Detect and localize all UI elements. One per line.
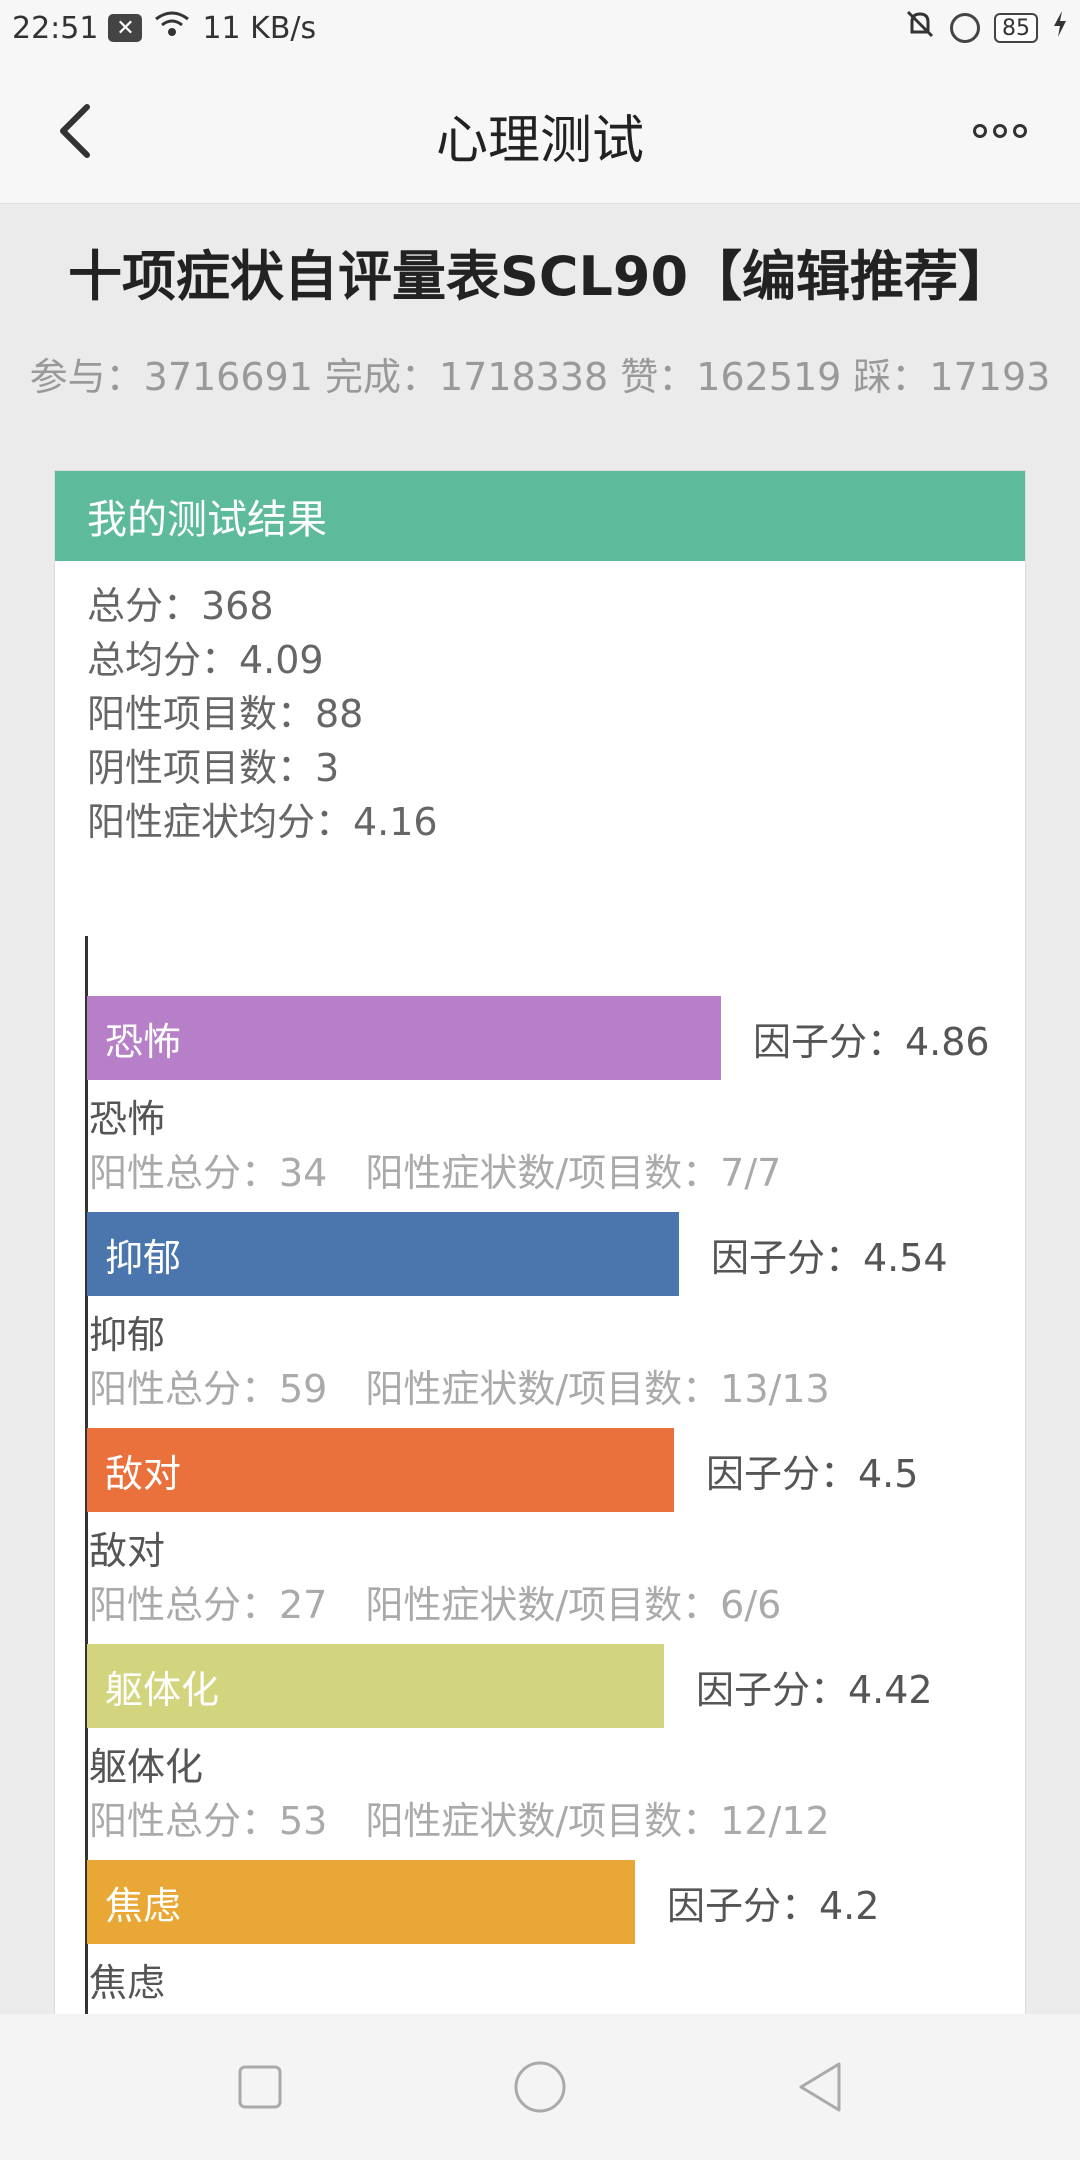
rotation-lock-icon <box>950 13 980 43</box>
factor-bar: 抑郁 <box>87 1212 679 1296</box>
factor-row: 恐怖 因子分：4.86 恐怖 阳性总分：34 阳性症状数/项目数：7/7 <box>87 996 1017 1196</box>
factor-score-label: 因子分：4.5 <box>706 1451 919 1496</box>
test-title: 十项症状自评量表SCL90【编辑推荐】 <box>67 245 1013 308</box>
more-options-icon[interactable] <box>960 96 1040 166</box>
summary-total-score: 总分：368 <box>87 584 274 628</box>
factor-bar: 恐怖 <box>87 996 721 1080</box>
home-icon[interactable] <box>495 2042 585 2132</box>
factor-bar-chart: 恐怖 因子分：4.86 恐怖 阳性总分：34 阳性症状数/项目数：7/7 抑郁 因子分：4… <box>55 936 1027 2160</box>
status-time: 22:51 <box>12 10 99 46</box>
summary-positive-average: 阳性症状均分：4.16 <box>87 800 438 844</box>
factor-name: 焦虑 <box>89 1961 166 2005</box>
factor-score-label: 因子分：4.86 <box>753 1019 990 1064</box>
result-card: 我的测试结果 总分：368 总均分：4.09 阳性项目数：88 阴性项目数：3 … <box>54 470 1026 2160</box>
network-speed: 11 KB/s <box>202 10 317 46</box>
result-card-header: 我的测试结果 <box>55 471 1025 561</box>
factor-detail: 阳性总分：34 阳性症状数/项目数：7/7 <box>89 1151 782 1195</box>
app-bar: 心理测试 <box>0 56 1080 204</box>
status-bar: 22:51 ✕ 11 KB/s 85 <box>0 0 1080 56</box>
summary-negative-items: 阴性项目数：3 <box>87 746 340 790</box>
notification-x-icon: ✕ <box>108 14 143 42</box>
back-icon[interactable] <box>775 2042 865 2132</box>
factor-score-label: 因子分：4.54 <box>711 1235 948 1280</box>
summary-average-score: 总均分：4.09 <box>87 638 324 682</box>
factor-name: 恐怖 <box>89 1097 166 1141</box>
page-title: 心理测试 <box>435 111 644 171</box>
factor-detail: 阳性总分：53 阳性症状数/项目数：12/12 <box>89 1799 830 1843</box>
summary-positive-items: 阳性项目数：88 <box>87 692 364 736</box>
factor-name: 敌对 <box>89 1529 166 1573</box>
factor-detail: 阳性总分：59 阳性症状数/项目数：13/13 <box>89 1367 830 1411</box>
factor-detail: 阳性总分：27 阳性症状数/项目数：6/6 <box>89 1583 782 1627</box>
factor-score-label: 因子分：4.42 <box>696 1667 933 1712</box>
factor-score-label: 因子分：4.2 <box>667 1883 880 1928</box>
factor-bar: 焦虑 <box>87 1860 635 1944</box>
factor-row: 敌对 因子分：4.5 敌对 阳性总分：27 阳性症状数/项目数：6/6 <box>87 1428 1017 1628</box>
factor-name: 抑郁 <box>89 1313 166 1357</box>
test-stats: 参与：3716691 完成：1718338 赞：162519 踩：17193 <box>29 355 1051 399</box>
factor-row: 躯体化 因子分：4.42 躯体化 阳性总分：53 阳性症状数/项目数：12/12 <box>87 1644 1017 1844</box>
factor-bar: 敌对 <box>87 1428 674 1512</box>
recent-apps-icon[interactable] <box>215 2042 305 2132</box>
result-summary: 总分：368 总均分：4.09 阳性项目数：88 阴性项目数：3 阳性症状均分：… <box>55 561 1025 849</box>
factor-row: 抑郁 因子分：4.54 抑郁 阳性总分：59 阳性症状数/项目数：13/13 <box>87 1212 1017 1412</box>
mute-bell-icon <box>904 8 936 48</box>
battery-icon: 85 <box>994 13 1038 43</box>
factor-name: 躯体化 <box>89 1745 204 1789</box>
charging-icon <box>1052 9 1068 47</box>
system-nav-bar <box>0 2014 1080 2160</box>
wifi-icon <box>152 9 192 47</box>
factor-bar: 躯体化 <box>87 1644 664 1728</box>
battery-level: 85 <box>1002 15 1030 41</box>
